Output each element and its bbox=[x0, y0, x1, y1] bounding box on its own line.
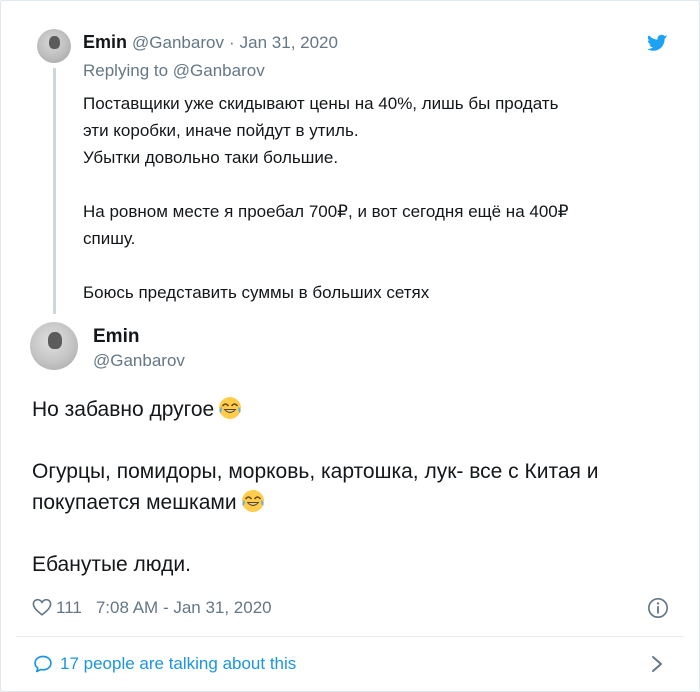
parent-tweet-header: Emin @Ganbarov · Jan 31, 2020 bbox=[83, 31, 338, 54]
parent-tweet[interactable]: Emin @Ganbarov · Jan 31, 2020 Replying t… bbox=[0, 0, 700, 318]
replying-to-mention[interactable]: @Ganbarov bbox=[173, 61, 265, 80]
parent-author-name[interactable]: Emin bbox=[83, 32, 127, 52]
main-text-paragraph: Огурцы, помидоры, морковь, картошка, лук… bbox=[32, 456, 672, 487]
parent-text-line: На ровном месте я проебал 700₽, и вот се… bbox=[83, 202, 569, 221]
chevron-right-icon[interactable] bbox=[650, 654, 664, 674]
parent-text-line: Убытки довольно таки большие. bbox=[83, 148, 339, 167]
thread-connector-line bbox=[53, 68, 56, 314]
main-author-name[interactable]: Emin bbox=[93, 325, 139, 349]
twitter-bird-icon[interactable] bbox=[648, 34, 668, 52]
tweet-meta-row: 111 7:08 AM - Jan 31, 2020 bbox=[32, 596, 272, 620]
parent-text-line: спишу. bbox=[83, 229, 136, 248]
parent-avatar[interactable] bbox=[37, 29, 71, 63]
parent-text-line: эти коробки, иначе пойдут в утиль. bbox=[83, 121, 359, 140]
parent-tweet-date[interactable]: Jan 31, 2020 bbox=[240, 33, 338, 52]
replying-prefix: Replying to bbox=[83, 61, 173, 80]
speech-bubble-icon bbox=[34, 655, 52, 673]
main-text-line: покупается мешками bbox=[32, 491, 237, 514]
main-text-paragraph: покупается мешками bbox=[32, 487, 672, 518]
like-count[interactable]: 111 bbox=[56, 598, 82, 617]
header-separator: · bbox=[228, 33, 235, 52]
main-avatar[interactable] bbox=[30, 322, 78, 370]
parent-author-handle[interactable]: @Ganbarov bbox=[132, 33, 224, 52]
conversation-footer[interactable]: 17 people are talking about this bbox=[0, 637, 700, 691]
heart-icon[interactable] bbox=[32, 598, 52, 616]
info-icon[interactable] bbox=[647, 597, 669, 619]
tears-of-joy-emoji-icon bbox=[219, 397, 242, 419]
main-text-paragraph: Но забавно другое bbox=[32, 394, 672, 425]
main-text-line: Огурцы, помидоры, морковь, картошка, лук… bbox=[32, 460, 599, 483]
main-text-line: Но забавно другое bbox=[32, 398, 215, 421]
tears-of-joy-emoji-icon bbox=[241, 490, 264, 512]
parent-tweet-text: Поставщики уже скидывают цены на 40%, ли… bbox=[83, 90, 673, 306]
parent-text-line: Боюсь представить суммы в больших сетях bbox=[83, 283, 430, 302]
main-text-paragraph: Ебанутые люди. bbox=[32, 549, 672, 580]
main-tweet-text: Но забавно другое Огурцы, помидоры, морк… bbox=[32, 394, 672, 580]
tweet-timestamp[interactable]: 7:08 AM - Jan 31, 2020 bbox=[96, 598, 272, 617]
parent-text-line: Поставщики уже скидывают цены на 40%, ли… bbox=[83, 94, 559, 113]
replying-to-label: Replying to @Ganbarov bbox=[83, 60, 265, 82]
people-talking-link[interactable]: 17 people are talking about this bbox=[60, 653, 296, 675]
main-text-line: Ебанутые люди. bbox=[32, 553, 191, 576]
main-author-handle[interactable]: @Ganbarov bbox=[93, 350, 185, 372]
